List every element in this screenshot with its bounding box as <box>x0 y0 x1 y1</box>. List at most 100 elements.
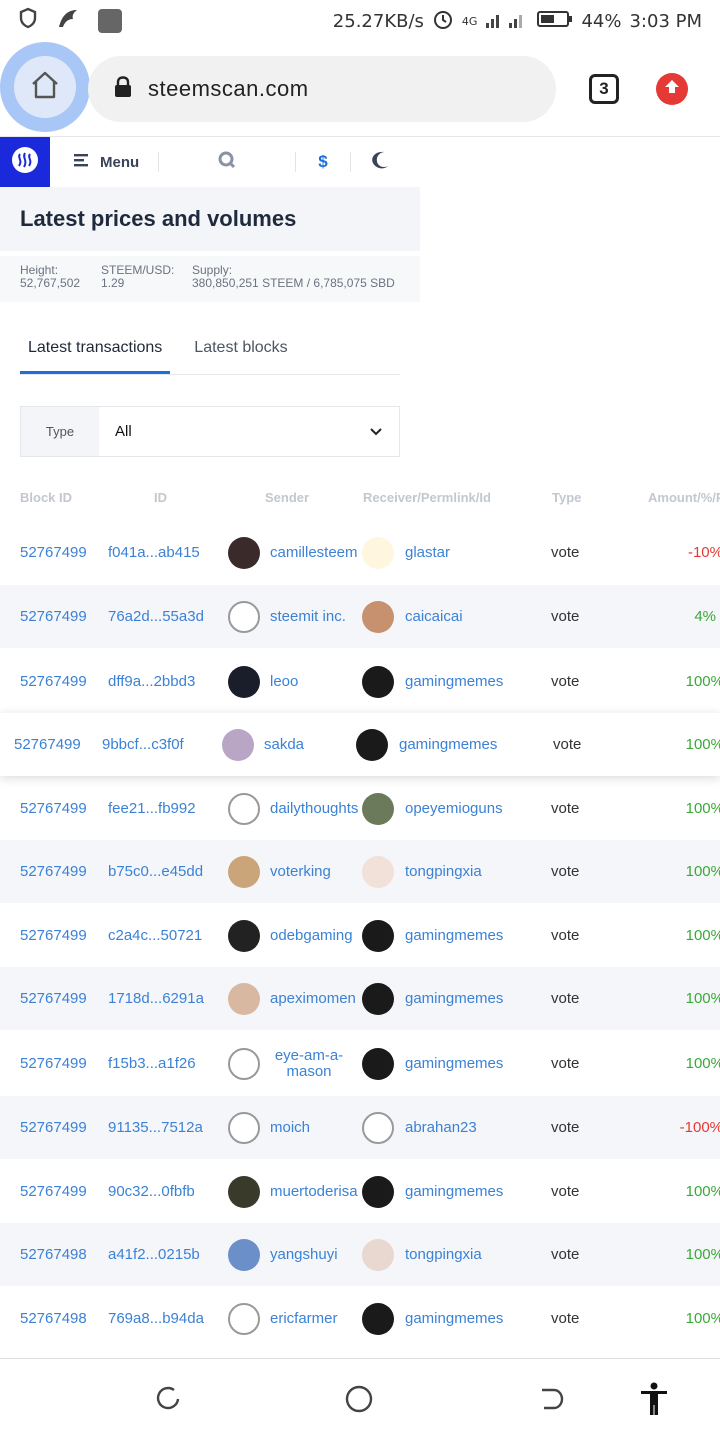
sender-avatar[interactable] <box>228 650 260 713</box>
type-filter[interactable]: Type All <box>20 406 400 457</box>
receiver-link[interactable]: caicaicai <box>405 585 463 648</box>
sender-avatar[interactable] <box>228 585 260 648</box>
block-id-link[interactable]: 52767499 <box>20 1032 87 1095</box>
receiver-link[interactable]: gamingmemes <box>405 1160 503 1223</box>
block-id-link[interactable]: 52767499 <box>14 713 81 776</box>
sender-avatar[interactable] <box>228 1032 260 1095</box>
tab-switcher-button[interactable]: 3 <box>589 74 619 104</box>
sender-link[interactable]: yangshuyi <box>270 1223 338 1286</box>
tx-id-link[interactable]: 9bbcf...c3f0f <box>102 713 184 776</box>
receiver-avatar[interactable] <box>362 1223 394 1286</box>
receiver-link[interactable]: abrahan23 <box>405 1096 477 1159</box>
menu-button[interactable]: Menu <box>74 153 158 171</box>
sender-link[interactable]: ericfarmer <box>270 1287 338 1350</box>
upload-button[interactable] <box>656 73 688 105</box>
receiver-avatar[interactable] <box>362 1096 394 1159</box>
sender-avatar[interactable] <box>228 967 260 1030</box>
sender-link[interactable]: apeximomen <box>270 967 356 1030</box>
tx-id-link[interactable]: 76a2d...55a3d <box>108 585 204 648</box>
receiver-link[interactable]: gamingmemes <box>405 1287 503 1350</box>
accessibility-button[interactable] <box>638 1382 670 1417</box>
sender-avatar[interactable] <box>228 777 260 840</box>
table-row[interactable]: 52767499 b75c0...e45dd voterking tongpingxi… <box>0 840 720 903</box>
receiver-avatar[interactable] <box>362 585 394 648</box>
receiver-link[interactable]: gamingmemes <box>405 904 503 967</box>
tx-id-link[interactable]: 769a8...b94da <box>108 1287 204 1350</box>
tx-id-link[interactable]: fee21...fb992 <box>108 777 196 840</box>
steem-logo[interactable] <box>0 137 50 187</box>
recents-button[interactable] <box>152 1385 184 1417</box>
receiver-avatar[interactable] <box>362 904 394 967</box>
home-button[interactable] <box>0 42 90 132</box>
block-id-link[interactable]: 52767499 <box>20 1160 87 1223</box>
tx-id-link[interactable]: a41f2...0215b <box>108 1223 200 1286</box>
sender-link[interactable]: dailythoughts <box>270 777 358 840</box>
receiver-avatar[interactable] <box>362 840 394 903</box>
sender-avatar[interactable] <box>228 1223 260 1286</box>
table-row[interactable]: 52767499 fee21...fb992 dailythoughts opeyem… <box>0 777 720 840</box>
receiver-avatar[interactable] <box>362 521 394 584</box>
block-id-link[interactable]: 52767499 <box>20 967 87 1030</box>
sender-link[interactable]: muertoderisa <box>270 1160 358 1223</box>
sender-avatar[interactable] <box>228 904 260 967</box>
table-row[interactable]: 52767499 9bbcf...c3f0f sakda gamingmemes vot… <box>0 713 720 776</box>
receiver-link[interactable]: gamingmemes <box>405 967 503 1030</box>
block-id-link[interactable]: 52767499 <box>20 904 87 967</box>
receiver-avatar[interactable] <box>362 1032 394 1095</box>
block-id-link[interactable]: 52767499 <box>20 650 87 713</box>
receiver-avatar[interactable] <box>362 1287 394 1350</box>
block-id-link[interactable]: 52767499 <box>20 840 87 903</box>
sender-avatar[interactable] <box>228 1096 260 1159</box>
sender-link[interactable]: voterking <box>270 840 331 903</box>
receiver-avatar[interactable] <box>362 650 394 713</box>
sender-avatar[interactable] <box>222 713 254 776</box>
back-button[interactable] <box>534 1385 566 1417</box>
table-row[interactable]: 52767499 dff9a...2bbd3 leoo gamingmemes vote… <box>0 650 720 713</box>
search-button[interactable] <box>159 151 295 174</box>
type-filter-value[interactable]: All <box>99 407 353 456</box>
block-id-link[interactable]: 52767499 <box>20 585 87 648</box>
sender-link[interactable]: sakda <box>264 713 304 776</box>
receiver-avatar[interactable] <box>362 1160 394 1223</box>
tx-id-link[interactable]: f15b3...a1f26 <box>108 1032 196 1095</box>
tx-id-link[interactable]: 91135...7512a <box>108 1096 203 1159</box>
table-row[interactable]: 52767499 91135...7512a moich abrahan23 vote -… <box>0 1096 720 1159</box>
address-bar[interactable]: steemscan.com <box>88 56 556 122</box>
sender-link[interactable]: eye-am-a-mason <box>270 1032 348 1095</box>
receiver-avatar[interactable] <box>362 777 394 840</box>
tx-id-link[interactable]: b75c0...e45dd <box>108 840 203 903</box>
sender-link[interactable]: odebgaming <box>270 904 353 967</box>
sender-avatar[interactable] <box>228 1287 260 1350</box>
tx-id-link[interactable]: f041a...ab415 <box>108 521 200 584</box>
block-id-link[interactable]: 52767498 <box>20 1223 87 1286</box>
receiver-link[interactable]: opeyemioguns <box>405 777 503 840</box>
table-row[interactable]: 52767498 a41f2...0215b yangshuyi tongpingxi… <box>0 1223 720 1286</box>
table-row[interactable]: 52767499 c2a4c...50721 odebgaming gamingmem… <box>0 904 720 967</box>
sender-avatar[interactable] <box>228 840 260 903</box>
tx-id-link[interactable]: c2a4c...50721 <box>108 904 202 967</box>
receiver-link[interactable]: tongpingxia <box>405 1223 482 1286</box>
receiver-link[interactable]: gamingmemes <box>399 713 497 776</box>
receiver-avatar[interactable] <box>362 967 394 1030</box>
block-id-link[interactable]: 52767499 <box>20 777 87 840</box>
receiver-link[interactable]: gamingmemes <box>405 1032 503 1095</box>
currency-button[interactable]: $ <box>296 152 350 172</box>
receiver-link[interactable]: glastar <box>405 521 450 584</box>
table-row[interactable]: 52767498 769a8...b94da ericfarmer gamingmem… <box>0 1287 720 1350</box>
table-row[interactable]: 52767499 1718d...6291a apeximomen gamingmem… <box>0 967 720 1030</box>
block-id-link[interactable]: 52767499 <box>20 521 87 584</box>
tx-id-link[interactable]: dff9a...2bbd3 <box>108 650 195 713</box>
sender-link[interactable]: camillesteem <box>270 521 358 584</box>
table-row[interactable]: 52767499 f041a...ab415 camillesteem glastar… <box>0 521 720 584</box>
tx-id-link[interactable]: 1718d...6291a <box>108 967 204 1030</box>
sender-avatar[interactable] <box>228 521 260 584</box>
table-row[interactable]: 52767499 f15b3...a1f26 eye-am-a-mason gamin… <box>0 1032 720 1095</box>
table-row[interactable]: 52767499 90c32...0fbfb muertoderisa gamingm… <box>0 1160 720 1223</box>
dark-mode-toggle[interactable] <box>351 150 409 175</box>
receiver-avatar[interactable] <box>356 713 388 776</box>
tab-latest-blocks[interactable]: Latest blocks <box>186 322 295 374</box>
tab-latest-transactions[interactable]: Latest transactions <box>20 322 171 374</box>
receiver-link[interactable]: tongpingxia <box>405 840 482 903</box>
receiver-link[interactable]: gamingmemes <box>405 650 503 713</box>
table-row[interactable]: 52767499 76a2d...55a3d steemit inc. caicaic… <box>0 585 720 648</box>
